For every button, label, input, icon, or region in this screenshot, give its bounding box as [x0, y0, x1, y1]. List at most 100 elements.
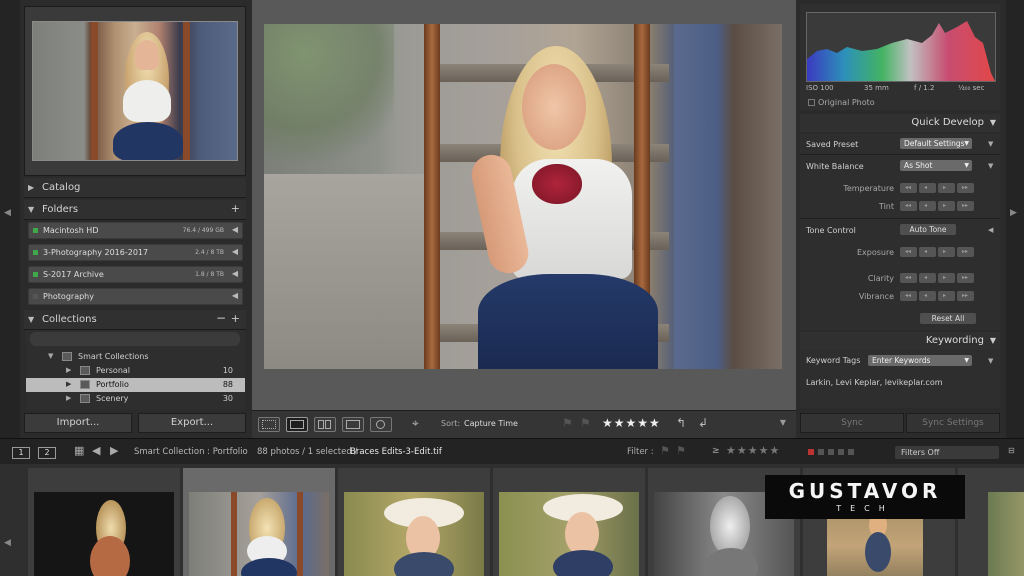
vibrance-increase[interactable]: ▸ [938, 291, 955, 301]
filters-select[interactable]: Filters Off [895, 446, 999, 459]
yellow-label-filter[interactable] [818, 449, 824, 455]
collapse-triangle-icon[interactable]: ▼ [988, 140, 993, 148]
forward-arrow-icon[interactable]: ▶ [110, 444, 118, 457]
collapse-triangle-icon[interactable]: ▼ [988, 357, 993, 365]
vibrance-increase-large[interactable]: ▸▸ [957, 291, 974, 301]
exposure-increase-large[interactable]: ▸▸ [957, 247, 974, 257]
back-arrow-icon[interactable]: ◀ [92, 444, 100, 457]
clarity-decrease-large[interactable]: ◂◂ [900, 273, 917, 283]
reset-all-button[interactable]: Reset All [920, 313, 976, 324]
filmstrip-cell[interactable] [28, 468, 180, 576]
thumbnail[interactable] [344, 492, 484, 576]
collections-section[interactable]: ▼ Collections − + [24, 310, 246, 330]
original-photo-toggle[interactable]: Original Photo [808, 98, 875, 107]
volume-photography[interactable]: Photography ◀ [28, 288, 243, 305]
auto-tone-button[interactable]: Auto Tone [900, 224, 956, 235]
reject-flag-icon[interactable]: ⚑ [580, 416, 591, 430]
blue-label-filter[interactable] [838, 449, 844, 455]
clarity-increase[interactable]: ▸ [938, 273, 955, 283]
collections-filter-input[interactable] [30, 332, 240, 346]
keywords-field[interactable]: Larkin, Levi Keplar, levikeplar.com [806, 378, 943, 387]
add-folder-icon[interactable]: + [231, 202, 240, 215]
filmstrip-filename[interactable]: Braces Edits-3-Edit.tif [350, 447, 442, 457]
temperature-decrease[interactable]: ◂ [919, 183, 936, 193]
filmstrip-cell[interactable] [338, 468, 490, 576]
loupe-view-icon[interactable] [286, 417, 308, 432]
thumbnail[interactable] [189, 492, 329, 576]
keywording-header[interactable]: Keywording ▼ [800, 332, 1000, 350]
expand-triangle-icon[interactable]: ▶ [66, 366, 71, 374]
compare-view-icon[interactable] [314, 417, 336, 432]
quick-develop-header[interactable]: Quick Develop ▼ [800, 114, 1000, 132]
left-collapse-icon[interactable]: ◀ [4, 208, 11, 218]
expand-triangle-icon[interactable]: ◀ [988, 226, 993, 234]
collapse-triangle-icon[interactable]: ▼ [990, 336, 996, 345]
thumbnail[interactable] [988, 492, 1024, 576]
filmstrip-cell[interactable] [958, 468, 1024, 576]
collapse-triangle-icon[interactable]: ▼ [990, 118, 996, 127]
remove-collection-icon[interactable]: − [216, 311, 226, 325]
green-label-filter[interactable] [828, 449, 834, 455]
sync-settings-button[interactable]: Sync Settings [906, 413, 1000, 433]
temperature-decrease-large[interactable]: ◂◂ [900, 183, 917, 193]
list-item[interactable]: ▼ Smart Collections [26, 350, 245, 364]
chevron-left-icon[interactable]: ◀ [232, 269, 238, 278]
filmstrip-scroll-left-icon[interactable]: ◀ [4, 538, 11, 548]
volume-archive-2017[interactable]: S-2017 Archive 1.8 / 8 TB ◀ [28, 266, 243, 283]
clarity-increase-large[interactable]: ▸▸ [957, 273, 974, 283]
rotate-right-icon[interactable]: ↲ [698, 416, 708, 430]
reject-filter-icon[interactable]: ⚑ [676, 444, 686, 457]
left-panel-edge[interactable] [0, 0, 20, 438]
main-photo[interactable] [264, 24, 782, 369]
sort-select[interactable]: Capture Time [464, 419, 518, 428]
saved-preset-select[interactable]: Default Settings ▼ [900, 138, 972, 149]
tint-decrease[interactable]: ◂ [919, 201, 936, 211]
temperature-increase[interactable]: ▸ [938, 183, 955, 193]
collapse-triangle-icon[interactable]: ▼ [988, 162, 993, 170]
clarity-decrease[interactable]: ◂ [919, 273, 936, 283]
checkbox-icon[interactable] [808, 99, 815, 106]
import-button[interactable]: Import... [24, 413, 132, 433]
navigator-preview[interactable] [32, 21, 238, 161]
collapse-triangle-icon[interactable]: ▼ [28, 205, 34, 214]
keyword-tags-select[interactable]: Enter Keywords ▼ [868, 355, 972, 366]
volume-photography-2016[interactable]: 3-Photography 2016-2017 2.4 / 8 TB ◀ [28, 244, 243, 261]
list-item[interactable]: ▶ Scenery 30 [26, 392, 245, 406]
volume-macintosh-hd[interactable]: Macintosh HD 76.4 / 499 GB ◀ [28, 222, 243, 239]
filmstrip-source[interactable]: Smart Collection : Portfolio [134, 447, 248, 457]
temperature-increase-large[interactable]: ▸▸ [957, 183, 974, 193]
vibrance-decrease[interactable]: ◂ [919, 291, 936, 301]
collapse-triangle-icon[interactable]: ▼ [48, 352, 53, 360]
rating-stars[interactable]: ★★★★★ [602, 416, 661, 430]
red-label-filter[interactable] [808, 449, 814, 455]
exposure-decrease[interactable]: ◂ [919, 247, 936, 257]
exposure-decrease-large[interactable]: ◂◂ [900, 247, 917, 257]
filmstrip-cell[interactable] [493, 468, 645, 576]
flag-icon[interactable]: ⚑ [562, 416, 573, 430]
exposure-increase[interactable]: ▸ [938, 247, 955, 257]
expand-triangle-icon[interactable]: ▶ [66, 380, 71, 388]
filmstrip-cell-selected[interactable] [183, 468, 335, 576]
list-item-selected[interactable]: ▶ Portfolio 88 [26, 378, 245, 392]
folders-section[interactable]: ▼ Folders + [24, 200, 246, 220]
filter-stars[interactable]: ★★★★★ [726, 444, 780, 457]
catalog-section[interactable]: ▶ Catalog [24, 178, 246, 198]
right-collapse-icon[interactable]: ▶ [1010, 208, 1017, 218]
spray-can-icon[interactable]: ⌖ [412, 416, 419, 431]
people-view-icon[interactable] [370, 417, 392, 432]
tint-increase-large[interactable]: ▸▸ [957, 201, 974, 211]
purple-label-filter[interactable] [848, 449, 854, 455]
grid-view-icon[interactable] [258, 417, 280, 432]
thumbnail[interactable] [34, 492, 174, 576]
vibrance-decrease-large[interactable]: ◂◂ [900, 291, 917, 301]
expand-triangle-icon[interactable]: ▶ [28, 183, 34, 192]
collapse-triangle-icon[interactable]: ▼ [28, 315, 34, 324]
tint-increase[interactable]: ▸ [938, 201, 955, 211]
chevron-left-icon[interactable]: ◀ [232, 247, 238, 256]
second-monitor-button[interactable]: 2 [38, 447, 56, 459]
flag-filter-icon[interactable]: ⚑ [660, 444, 670, 457]
chevron-left-icon[interactable]: ◀ [232, 291, 238, 300]
white-balance-select[interactable]: As Shot ▼ [900, 160, 972, 171]
rotate-left-icon[interactable]: ↰ [676, 416, 686, 430]
rating-operator-icon[interactable]: ≥ [712, 446, 720, 456]
